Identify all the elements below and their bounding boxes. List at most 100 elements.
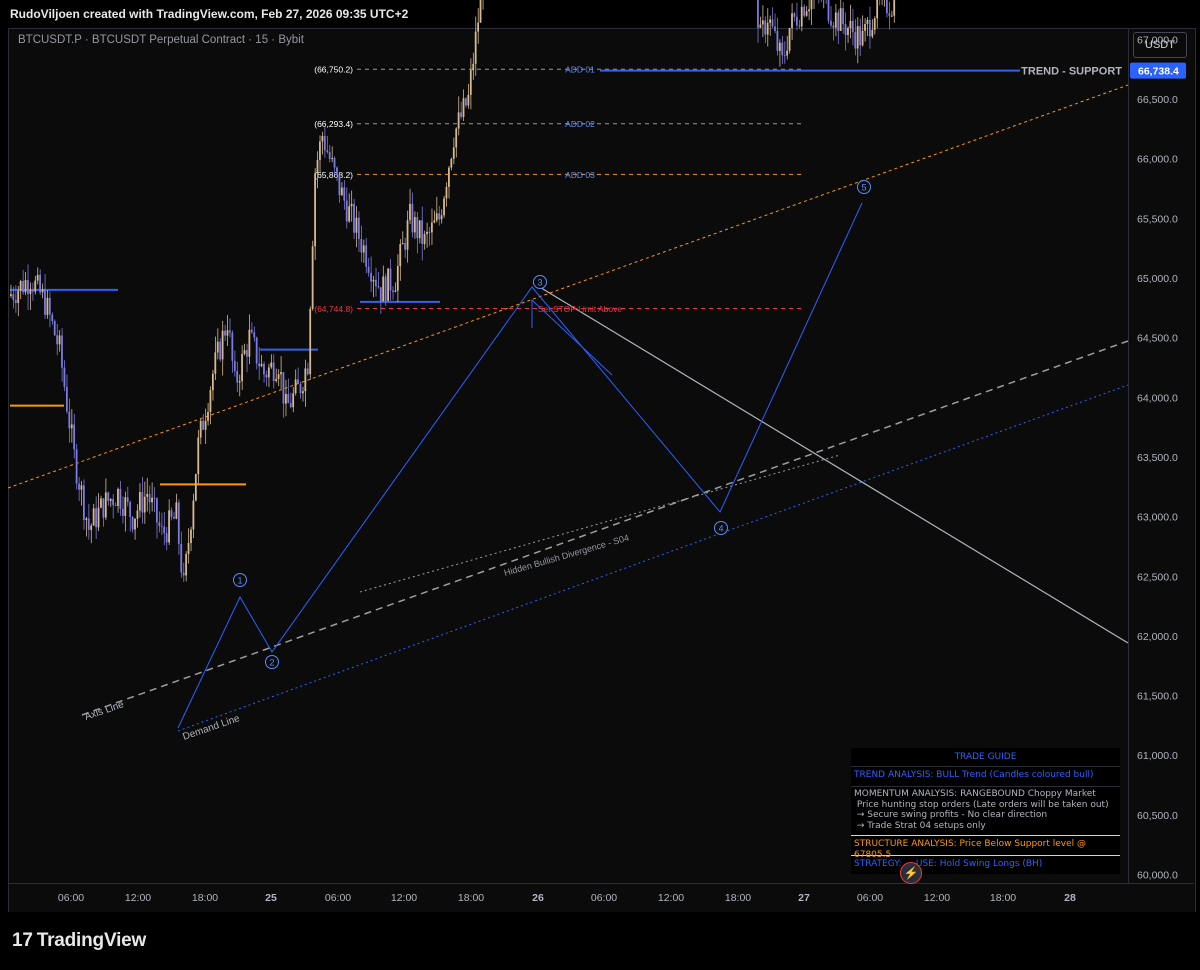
candle-body xyxy=(465,98,467,106)
candle-body xyxy=(847,27,849,36)
candle-body xyxy=(438,213,441,220)
candle-body xyxy=(469,70,472,95)
candle-body xyxy=(272,362,275,381)
candle-body xyxy=(375,279,377,287)
candle-body xyxy=(294,379,297,394)
axis-line xyxy=(81,340,1129,716)
candle-body xyxy=(226,330,229,336)
candle-body xyxy=(433,220,436,223)
candle-body xyxy=(236,371,239,383)
candle-body xyxy=(452,147,455,159)
candle-body xyxy=(289,403,292,408)
candle-body xyxy=(58,335,61,345)
candle-body xyxy=(207,411,209,421)
y-tick-label: 66,000.0 xyxy=(1137,154,1178,166)
candle-body xyxy=(221,330,224,360)
candle-body xyxy=(309,308,312,375)
candle-body xyxy=(68,411,71,429)
candle-body xyxy=(864,24,866,31)
candle-body xyxy=(367,266,370,273)
x-tick-label: 18:00 xyxy=(458,892,484,904)
level-name-label: ADD 03 xyxy=(565,170,595,180)
candle-body xyxy=(321,135,324,142)
lightning-icon[interactable]: ⚡ xyxy=(900,862,922,884)
momentum-analysis: MOMENTUM ANALYSIS: RANGEBOUND Choppy Mar… xyxy=(851,786,1120,835)
candle-body xyxy=(421,220,424,244)
candle-body xyxy=(282,372,285,404)
candle-body xyxy=(370,272,372,282)
candle-body xyxy=(219,341,222,360)
candle-body xyxy=(472,63,475,71)
x-tick-label: 12:00 xyxy=(924,892,950,904)
candle-body xyxy=(776,30,779,51)
candle-body xyxy=(63,367,66,387)
candle-body xyxy=(209,390,212,412)
candle-body xyxy=(448,167,450,187)
candle-body xyxy=(270,362,273,368)
candle-body xyxy=(90,525,93,530)
candle-body xyxy=(214,352,217,374)
candle-body xyxy=(467,94,470,106)
candle-body xyxy=(336,167,338,175)
candle-body xyxy=(411,203,414,233)
candle-body xyxy=(379,287,382,302)
candle-body xyxy=(238,381,241,383)
candle-body xyxy=(788,28,791,51)
level-name-label: ADD 01 xyxy=(565,65,595,75)
candle-body xyxy=(888,13,891,16)
candle-body xyxy=(399,244,402,267)
candle-body xyxy=(800,6,803,27)
x-tick-label: 12:00 xyxy=(391,892,417,904)
candle-body xyxy=(805,11,808,16)
candle-body xyxy=(345,200,348,222)
candle-body xyxy=(401,243,404,245)
time-axis[interactable]: 06:00 12:00 18:00 25 06:00 12:00 18:00 26 06:00 1… xyxy=(58,892,1076,904)
candle-body xyxy=(343,187,346,201)
candle-body xyxy=(404,243,406,250)
x-tick-label: 12:00 xyxy=(125,892,151,904)
x-tick-label: 18:00 xyxy=(990,892,1016,904)
candle-body xyxy=(73,424,76,450)
candle-body xyxy=(854,32,857,49)
level-name-label: ADD 02 xyxy=(565,119,595,129)
candle-body xyxy=(229,330,231,333)
candle-body xyxy=(241,353,243,382)
candle-body xyxy=(340,187,343,196)
candle-body xyxy=(134,518,136,530)
x-tick-label: 18:00 xyxy=(725,892,751,904)
candle-body xyxy=(168,510,170,543)
axis-line-label: Axis Line xyxy=(83,699,125,723)
candle-body xyxy=(255,337,258,364)
candle-body xyxy=(462,98,465,117)
candle-body xyxy=(886,0,888,14)
candle-body xyxy=(253,332,256,338)
candle-body xyxy=(216,341,219,353)
tradingview-logo[interactable]: 17 TradingView xyxy=(12,930,146,952)
price-axis[interactable]: 60,000.0 60,500.0 61,000.0 61,500.0 62,000.0… xyxy=(1137,0,1178,882)
candle-body xyxy=(406,220,409,250)
candle-body xyxy=(173,517,175,519)
candle-body xyxy=(187,543,190,555)
y-tick-label: 65,500.0 xyxy=(1137,213,1178,225)
y-tick-label: 65,000.0 xyxy=(1137,273,1178,285)
candle-body xyxy=(302,391,304,394)
candle-body xyxy=(827,0,830,21)
trade-guide-panel: TRADE GUIDE TREND ANALYSIS: BULL Trend (… xyxy=(851,748,1120,874)
candle-body xyxy=(849,20,852,28)
candle-body xyxy=(22,281,24,293)
trade-guide-title: TRADE GUIDE xyxy=(954,752,1017,762)
candle-body xyxy=(170,510,173,518)
candle-body xyxy=(246,350,248,357)
candle-body xyxy=(31,289,34,292)
candle-body xyxy=(194,474,197,501)
candle-body xyxy=(182,572,185,576)
candle-body xyxy=(292,393,295,408)
level-price-label: (64,744.8) xyxy=(314,304,353,314)
candle-body xyxy=(51,314,54,321)
candle-body xyxy=(418,220,421,239)
candle-body xyxy=(353,203,355,233)
y-tick-label: 62,500.0 xyxy=(1137,571,1178,583)
candle-body xyxy=(778,42,781,51)
candle-body xyxy=(326,150,329,152)
trend-support-label: TREND - SUPPORT xyxy=(1021,66,1122,78)
